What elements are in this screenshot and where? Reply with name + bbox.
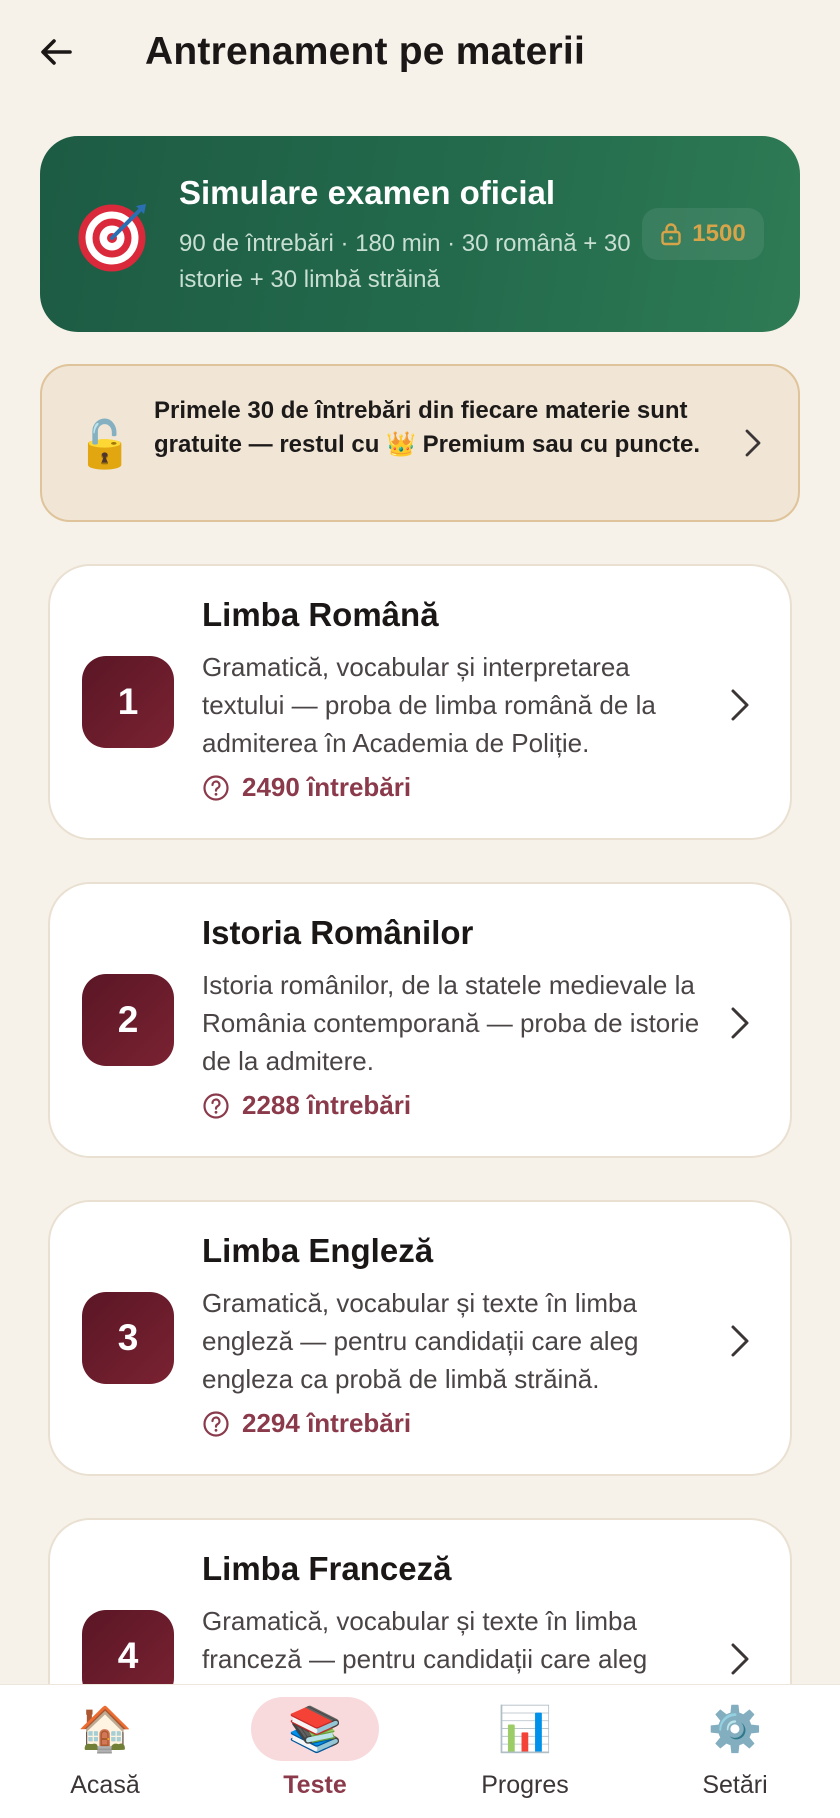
question-circle-icon xyxy=(203,774,229,801)
free-questions-banner[interactable]: 🔓 Primele 30 de întrebări din fiecare ma… xyxy=(40,364,800,522)
nav-item-setari[interactable]: ⚙️ Setări xyxy=(630,1685,840,1818)
page-title: Antrenament pe materii xyxy=(145,30,586,73)
nav-label: Setări xyxy=(702,1771,768,1799)
question-circle-icon xyxy=(203,1410,229,1437)
subject-card-engleza[interactable]: 3 Limba Engleză Gramatică, vocabular și … xyxy=(48,1200,792,1476)
nav-item-teste[interactable]: 📚 Teste xyxy=(210,1685,420,1818)
subject-description: Istoria românilor, de la statele medieva… xyxy=(202,970,700,1076)
subject-title: Limba Română xyxy=(202,596,439,633)
nav-item-acasa[interactable]: 🏠 Acasă xyxy=(0,1685,210,1818)
nav-label: Acasă xyxy=(70,1771,140,1799)
points-cost: 1500 xyxy=(692,220,746,247)
question-count-label: 2490 întrebări xyxy=(242,772,412,802)
subject-title: Limba Franceză xyxy=(202,1550,452,1587)
exam-description: 90 de întrebări · 180 min · 30 română + … xyxy=(179,230,631,293)
subject-description: Gramatică, vocabular și texte în limba e… xyxy=(202,1288,639,1394)
header: Antrenament pe materii xyxy=(0,0,840,112)
target-icon xyxy=(78,204,146,272)
house-icon: 🏠 xyxy=(77,1705,133,1754)
question-count: 2288 întrebări xyxy=(202,1090,411,1121)
gear-icon: ⚙️ xyxy=(707,1705,763,1754)
nav-item-progres[interactable]: 📊 Progres xyxy=(420,1685,630,1818)
screen: Antrenament pe materii Simulare examen o… xyxy=(0,0,840,1818)
books-icon: 📚 xyxy=(287,1705,343,1754)
bottom-navigation: 🏠 Acasă 📚 Teste 📊 Progres ⚙️ Setări xyxy=(0,1684,840,1818)
chevron-right-icon xyxy=(731,1643,749,1675)
free-questions-text: Primele 30 de întrebări din fiecare mate… xyxy=(154,397,700,458)
subject-card-romana[interactable]: 1 Limba Română Gramatică, vocabular și i… xyxy=(48,564,792,840)
exam-title: Simulare examen oficial xyxy=(179,174,556,211)
subject-title: Limba Engleză xyxy=(202,1232,434,1269)
question-count-label: 2288 întrebări xyxy=(242,1090,412,1120)
subject-description: Gramatică, vocabular și interpretarea te… xyxy=(202,652,656,758)
exam-simulation-card[interactable]: Simulare examen oficial 90 de întrebări … xyxy=(40,136,800,332)
back-button[interactable] xyxy=(30,26,82,78)
chevron-right-icon xyxy=(731,1007,749,1039)
question-count-label: 2294 întrebări xyxy=(242,1408,412,1438)
subject-number: 3 xyxy=(82,1292,174,1384)
arrow-left-icon xyxy=(41,39,72,65)
subject-card-istorie[interactable]: 2 Istoria Românilor Istoria românilor, d… xyxy=(48,882,792,1158)
question-count: 2490 întrebări xyxy=(202,772,411,803)
nav-label: Progres xyxy=(481,1771,569,1799)
nav-label: Teste xyxy=(283,1771,347,1799)
question-circle-icon xyxy=(203,1092,229,1119)
question-count: 2294 întrebări xyxy=(202,1408,411,1439)
chevron-right-icon xyxy=(731,1325,749,1357)
subject-number: 1 xyxy=(82,656,174,748)
unlocked-icon: 🔓 xyxy=(76,418,134,470)
chevron-right-icon xyxy=(731,689,749,721)
subject-number: 2 xyxy=(82,974,174,1066)
lock-icon xyxy=(661,223,681,246)
chevron-right-icon xyxy=(745,429,761,457)
subject-title: Istoria Românilor xyxy=(202,914,474,951)
bar-chart-icon: 📊 xyxy=(497,1705,553,1754)
points-cost-badge: 1500 xyxy=(642,208,764,260)
